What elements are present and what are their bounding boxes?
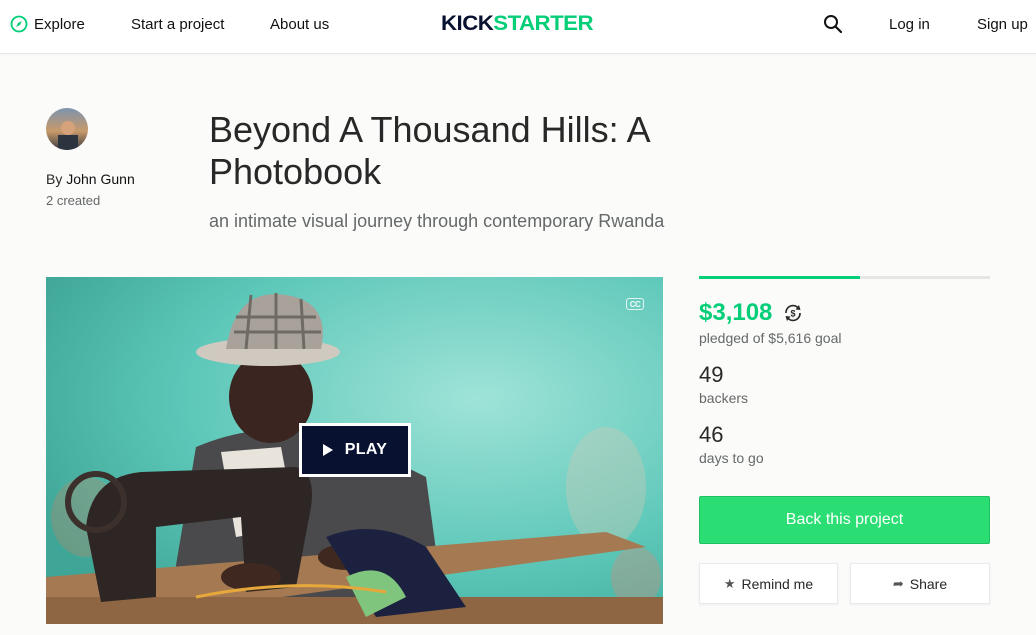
back-project-button[interactable]: Back this project: [699, 496, 990, 544]
svg-text:$: $: [791, 309, 796, 319]
remind-label: Remind me: [741, 575, 814, 592]
compass-icon: [10, 15, 28, 33]
created-count: 2 created: [46, 193, 101, 208]
currency-conversion-icon[interactable]: $: [782, 302, 804, 324]
explore-label: Explore: [34, 15, 85, 33]
creator-byline: By John Gunn: [46, 171, 135, 187]
goal-text: pledged of $5,616 goal: [699, 330, 842, 346]
kickstarter-logo[interactable]: KICK STARTER: [441, 12, 593, 34]
star-icon: ★: [723, 575, 736, 591]
pledged-value: $3,108: [699, 299, 773, 326]
share-label: Share: [909, 575, 948, 592]
start-project-link[interactable]: Start a project: [131, 0, 224, 48]
creator-name[interactable]: John Gunn: [66, 171, 135, 187]
explore-link[interactable]: Explore: [10, 0, 85, 48]
login-link[interactable]: Log in: [889, 0, 930, 48]
share-arrow-icon: ➦: [892, 575, 904, 591]
pledged-amount: $3,108 $: [699, 299, 804, 327]
creator-avatar[interactable]: [46, 108, 88, 150]
funding-progress-bar: [699, 276, 990, 279]
search-icon[interactable]: [823, 14, 843, 34]
signup-link[interactable]: Sign up: [977, 0, 1028, 48]
project-title: Beyond A Thousand Hills: A Photobook: [209, 109, 649, 192]
about-us-link[interactable]: About us: [270, 0, 329, 48]
backers-label: backers: [699, 390, 749, 406]
funding-progress-fill: [699, 276, 860, 279]
days-to-go-count: 46: [699, 422, 724, 447]
remind-me-button[interactable]: ★ Remind me: [699, 563, 838, 604]
svg-text:KICKSTARTER: KICK STARTER: [441, 12, 593, 34]
play-icon: [322, 444, 333, 456]
days-to-go-label: days to go: [699, 450, 764, 466]
project-video[interactable]: CC PLAY: [46, 277, 663, 624]
play-label: PLAY: [344, 441, 388, 458]
closed-captions-badge[interactable]: CC: [626, 298, 644, 310]
share-button[interactable]: ➦ Share: [850, 563, 990, 604]
backers-count: 49: [699, 362, 724, 387]
top-navigation: Explore Start a project About us KICK STA…: [0, 0, 1036, 54]
play-button[interactable]: PLAY: [299, 423, 411, 477]
project-blurb: an intimate visual journey through conte…: [209, 211, 665, 231]
by-label: By: [46, 171, 63, 187]
